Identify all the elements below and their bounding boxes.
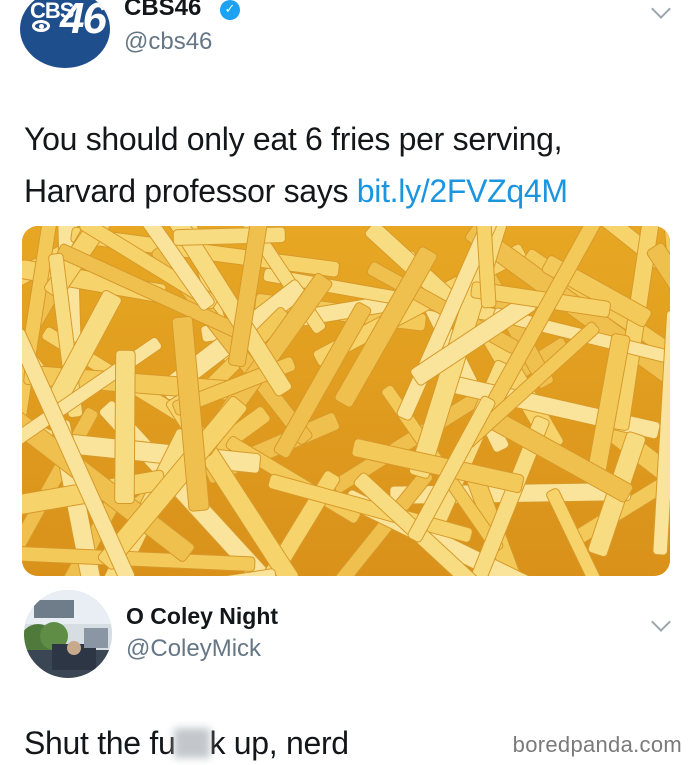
avatar-logo-number: 46 <box>60 0 107 43</box>
chevron-down-icon[interactable] <box>651 0 671 19</box>
tweet-reply: O Coley Night @ColeyMick Shut the fu k up… <box>0 585 700 765</box>
fry-piece <box>172 226 286 246</box>
fries-image <box>22 226 670 576</box>
tweet-link[interactable]: bit.ly/2FVZq4M <box>357 173 568 209</box>
avatar-photo <box>24 590 112 678</box>
reply-body: Shut the fu k up, nerd <box>24 725 349 762</box>
chevron-down-icon[interactable] <box>651 612 671 632</box>
reply-text-after: k up, nerd <box>209 725 349 761</box>
boredpanda-watermark: boredpanda.com <box>512 732 682 757</box>
author-handle[interactable]: @cbs46 <box>124 28 212 56</box>
tweet-body: You should only eat 6 fries per serving,… <box>24 113 684 217</box>
cbs-eye-icon <box>32 20 50 32</box>
reply-text-before: Shut the fu <box>24 725 176 761</box>
tweet-text-prefix: Harvard professor says <box>24 173 357 209</box>
tweet-text-line1: You should only eat 6 fries per serving, <box>24 121 563 157</box>
tweet-cbs46: CBS 46 CBS46 ✓ @cbs46 You should only ea… <box>0 0 700 585</box>
tweet-text-line2: Harvard professor says bit.ly/2FVZq4M <box>24 165 684 217</box>
reply-author-handle[interactable]: @ColeyMick <box>126 635 261 663</box>
reply-author-display-name[interactable]: O Coley Night <box>126 603 278 630</box>
author-display-name[interactable]: CBS46 <box>124 0 201 22</box>
user-avatar[interactable] <box>24 590 112 678</box>
fry-piece <box>114 349 136 505</box>
verified-badge-icon: ✓ <box>220 0 240 20</box>
cbs46-avatar[interactable]: CBS 46 <box>20 0 110 68</box>
french-fries-photo[interactable] <box>22 226 670 576</box>
censor-blur <box>174 728 211 758</box>
